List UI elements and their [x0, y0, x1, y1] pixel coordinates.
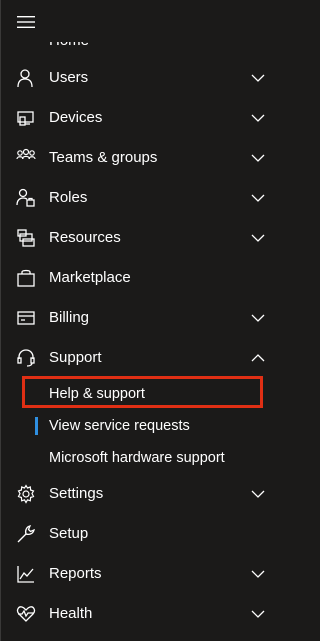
nav-item-label: Roles — [49, 189, 88, 206]
nav-item-teams-groups[interactable]: Teams & groups — [1, 138, 277, 178]
wrench-icon — [16, 524, 36, 544]
nav-item-reports[interactable]: Reports — [1, 554, 277, 594]
chevron-down-icon[interactable] — [251, 607, 265, 621]
nav-item-roles[interactable]: Roles — [1, 178, 277, 218]
hamburger-icon — [17, 16, 35, 28]
top-bar — [1, 0, 277, 42]
chevron-down-icon[interactable] — [251, 567, 265, 581]
sub-item-help-support[interactable]: Help & support — [1, 378, 277, 410]
chevron-up-icon[interactable] — [251, 351, 265, 365]
sub-item-label: View service requests — [49, 418, 190, 434]
shopping-bag-icon — [16, 268, 36, 288]
chevron-down-icon[interactable] — [251, 311, 265, 325]
gear-icon — [16, 484, 36, 504]
nav-item-resources[interactable]: Resources — [1, 218, 277, 258]
nav-item-label: Devices — [49, 109, 103, 126]
headset-icon — [16, 348, 36, 368]
chevron-down-icon[interactable] — [251, 111, 265, 125]
resources-icon — [16, 228, 36, 248]
nav-item-label: Billing — [49, 309, 90, 326]
chevron-down-icon[interactable] — [251, 231, 265, 245]
line-chart-icon — [16, 564, 36, 584]
nav-item-billing[interactable]: Billing — [1, 298, 277, 338]
nav-item-label: Resources — [49, 229, 121, 246]
nav-item-label: Health — [49, 605, 93, 622]
nav-item-setup[interactable]: Setup — [1, 514, 277, 554]
chevron-down-icon[interactable] — [251, 191, 265, 205]
chevron-down-icon[interactable] — [251, 71, 265, 85]
nav-item-label: Users — [49, 69, 89, 86]
nav-item-health[interactable]: Health — [1, 594, 277, 634]
nav-item-devices[interactable]: Devices — [1, 98, 277, 138]
nav-item-support[interactable]: Support — [1, 338, 277, 378]
nav-item-marketplace[interactable]: Marketplace — [1, 258, 277, 298]
group-icon — [16, 148, 36, 168]
user-icon — [16, 68, 36, 88]
nav-item-label: Marketplace — [49, 269, 131, 286]
nav-item-users[interactable]: Users — [1, 58, 277, 98]
sub-item-label: Help & support — [49, 386, 145, 402]
nav-item-label: Settings — [49, 485, 104, 502]
nav-item-settings[interactable]: Settings — [1, 474, 277, 514]
sub-item-view-service-requests[interactable]: View service requests — [1, 410, 277, 442]
chevron-down-icon[interactable] — [251, 151, 265, 165]
credit-card-icon — [16, 308, 36, 328]
role-icon — [16, 188, 36, 208]
chevron-down-icon[interactable] — [251, 487, 265, 501]
nav-item-label: Support — [49, 349, 102, 366]
devices-icon — [16, 108, 36, 128]
active-indicator — [35, 417, 38, 435]
nav-item-label: Setup — [49, 525, 89, 542]
sub-item-microsoft-hardware-support[interactable]: Microsoft hardware support — [1, 442, 277, 474]
sub-item-label: Microsoft hardware support — [49, 450, 225, 466]
nav-item-label: Reports — [49, 565, 102, 582]
hamburger-menu-button[interactable] — [13, 10, 39, 34]
heart-pulse-icon — [16, 604, 36, 624]
nav-item-label: Teams & groups — [49, 149, 158, 166]
left-navigation-panel: Home Users Devices — [0, 0, 278, 641]
